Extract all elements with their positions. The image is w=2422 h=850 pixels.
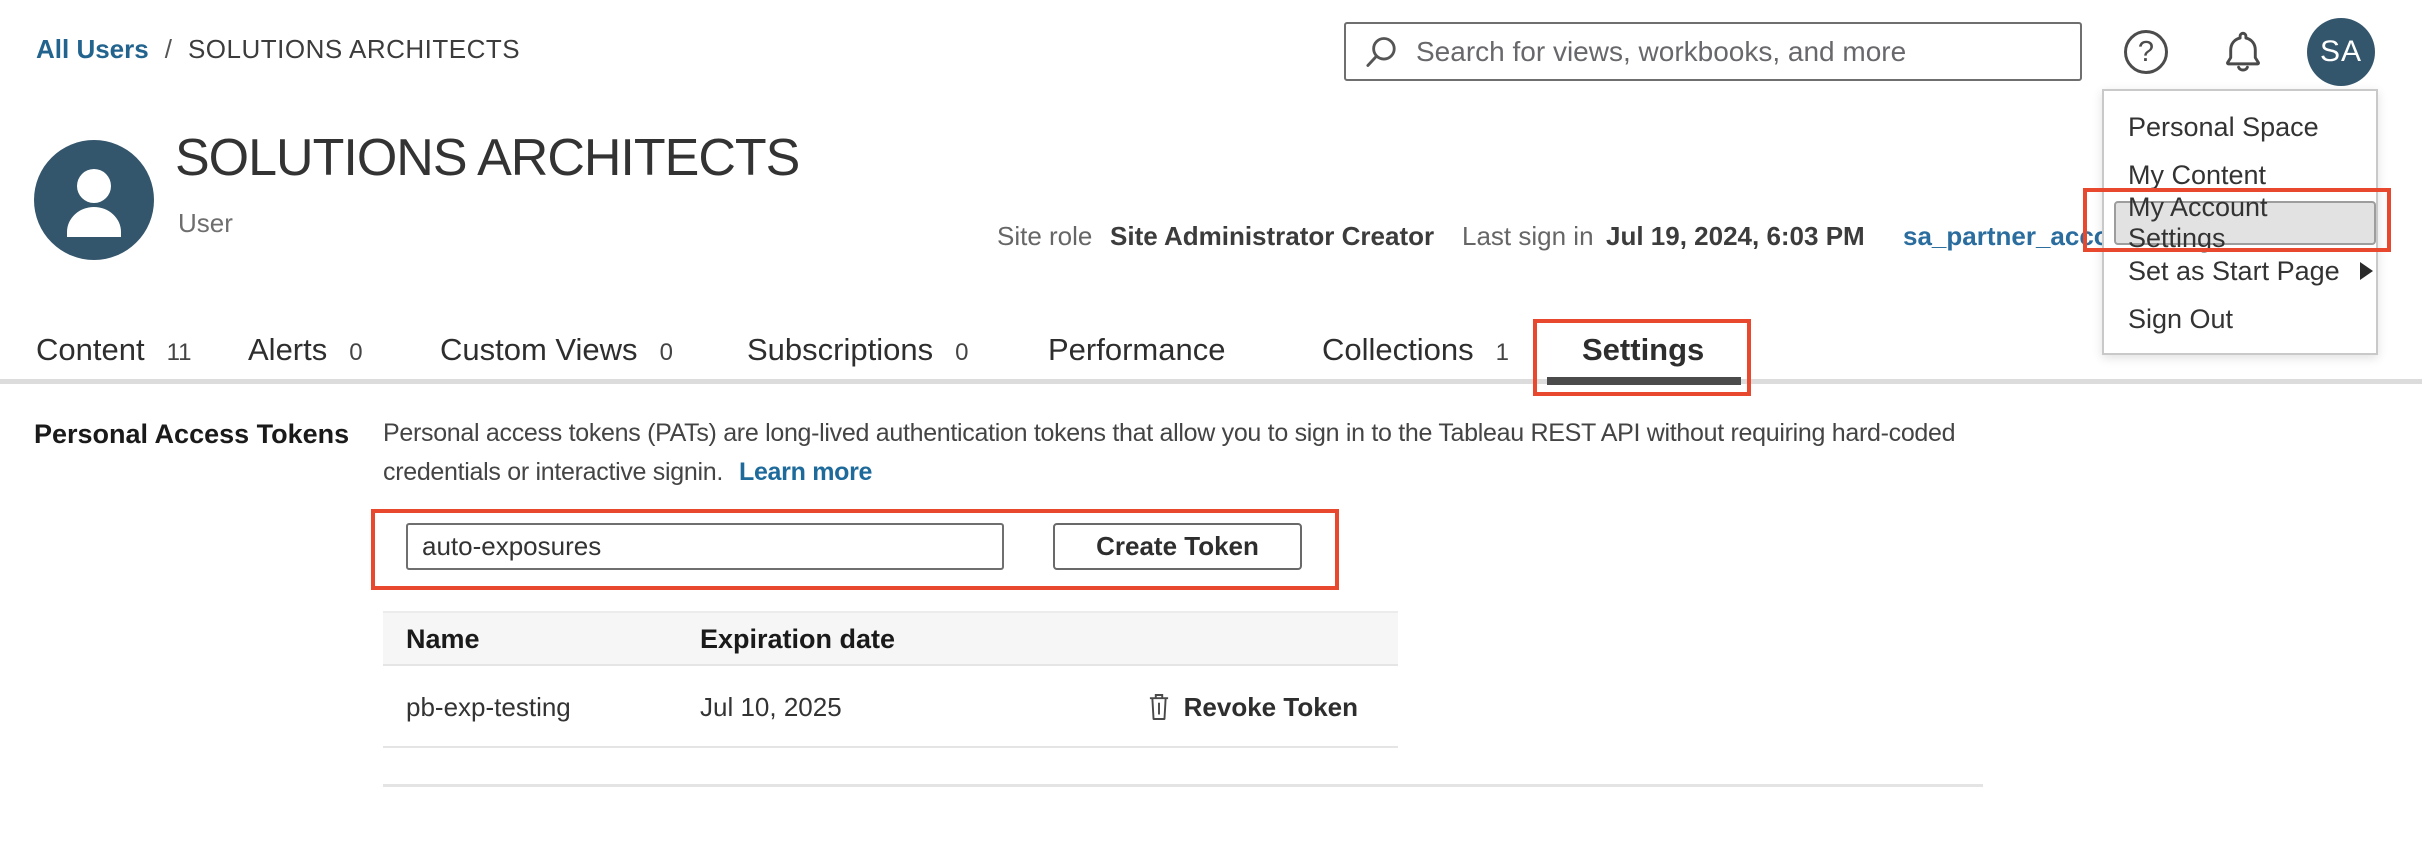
tab-alerts[interactable]: Alerts0 bbox=[248, 330, 363, 370]
current-user-avatar[interactable]: SA bbox=[2307, 18, 2375, 86]
page-title: SOLUTIONS ARCHITECTS bbox=[175, 128, 799, 188]
username-link[interactable]: sa_partner_accou bbox=[1903, 219, 2126, 253]
tab-collections[interactable]: Collections1 bbox=[1322, 330, 1509, 370]
tab-settings[interactable]: Settings bbox=[1582, 330, 1704, 370]
breadcrumb-all-users-link[interactable]: All Users bbox=[36, 34, 149, 65]
column-header-expiration: Expiration date bbox=[700, 613, 895, 666]
help-icon[interactable]: ? bbox=[2124, 30, 2168, 74]
breadcrumb-current: SOLUTIONS ARCHITECTS bbox=[188, 34, 520, 65]
breadcrumb: All Users / SOLUTIONS ARCHITECTS bbox=[36, 34, 520, 65]
tab-performance[interactable]: Performance bbox=[1048, 330, 1225, 370]
account-menu: Personal Space My Content My Account Set… bbox=[2102, 89, 2378, 355]
create-token-button[interactable]: Create Token bbox=[1053, 523, 1302, 570]
pat-section-heading: Personal Access Tokens bbox=[34, 419, 349, 450]
pat-description: Personal access tokens (PATs) are long-l… bbox=[383, 414, 1955, 492]
avatar-initials: SA bbox=[2320, 35, 2362, 69]
site-role-value: Site Administrator Creator bbox=[1110, 219, 1434, 253]
tokens-table-header: Name Expiration date bbox=[383, 611, 1398, 666]
person-icon bbox=[34, 140, 154, 260]
tab-content[interactable]: Content11 bbox=[36, 330, 192, 370]
menu-item-personal-space[interactable]: Personal Space bbox=[2104, 103, 2376, 151]
site-role-label: Site role bbox=[997, 219, 1092, 253]
tab-custom-views[interactable]: Custom Views0 bbox=[440, 330, 673, 370]
active-tab-underline bbox=[1547, 377, 1741, 385]
tableau-user-settings-page: All Users / SOLUTIONS ARCHITECTS ? SA SO… bbox=[0, 0, 2422, 850]
trash-icon bbox=[1146, 692, 1172, 722]
user-type-label: User bbox=[178, 208, 233, 239]
menu-item-sign-out[interactable]: Sign Out bbox=[2104, 295, 2376, 343]
menu-item-my-account-settings[interactable]: My Account Settings bbox=[2104, 199, 2376, 247]
last-sign-in-value: Jul 19, 2024, 6:03 PM bbox=[1606, 219, 1865, 253]
search-input[interactable] bbox=[1416, 36, 2036, 68]
global-search[interactable] bbox=[1344, 22, 2082, 81]
token-name-cell: pb-exp-testing bbox=[406, 666, 571, 748]
tab-bar-baseline bbox=[0, 379, 2422, 384]
breadcrumb-separator: / bbox=[165, 34, 172, 65]
last-sign-in-label: Last sign in bbox=[1462, 219, 1594, 253]
highlighted-menu-pill[interactable]: My Account Settings bbox=[2114, 201, 2376, 245]
submenu-arrow-icon bbox=[2360, 262, 2373, 280]
token-name-input[interactable] bbox=[406, 523, 1004, 570]
column-header-name: Name bbox=[406, 613, 480, 666]
section-divider bbox=[383, 784, 1983, 787]
profile-avatar bbox=[34, 140, 154, 260]
pat-description-line1: Personal access tokens (PATs) are long-l… bbox=[383, 414, 1955, 453]
revoke-token-button[interactable]: Revoke Token bbox=[1146, 666, 1358, 748]
tab-subscriptions[interactable]: Subscriptions0 bbox=[747, 330, 968, 370]
token-expiration-cell: Jul 10, 2025 bbox=[700, 666, 842, 748]
notifications-bell-icon[interactable] bbox=[2218, 27, 2268, 77]
tokens-table: Name Expiration date pb-exp-testing Jul … bbox=[383, 611, 1398, 748]
table-row: pb-exp-testing Jul 10, 2025 Revoke Token bbox=[383, 666, 1398, 748]
pat-description-line2: credentials or interactive signin.Learn … bbox=[383, 453, 1955, 492]
learn-more-link[interactable]: Learn more bbox=[739, 458, 872, 486]
search-icon bbox=[1364, 34, 1400, 70]
menu-item-set-as-start-page[interactable]: Set as Start Page bbox=[2104, 247, 2376, 295]
